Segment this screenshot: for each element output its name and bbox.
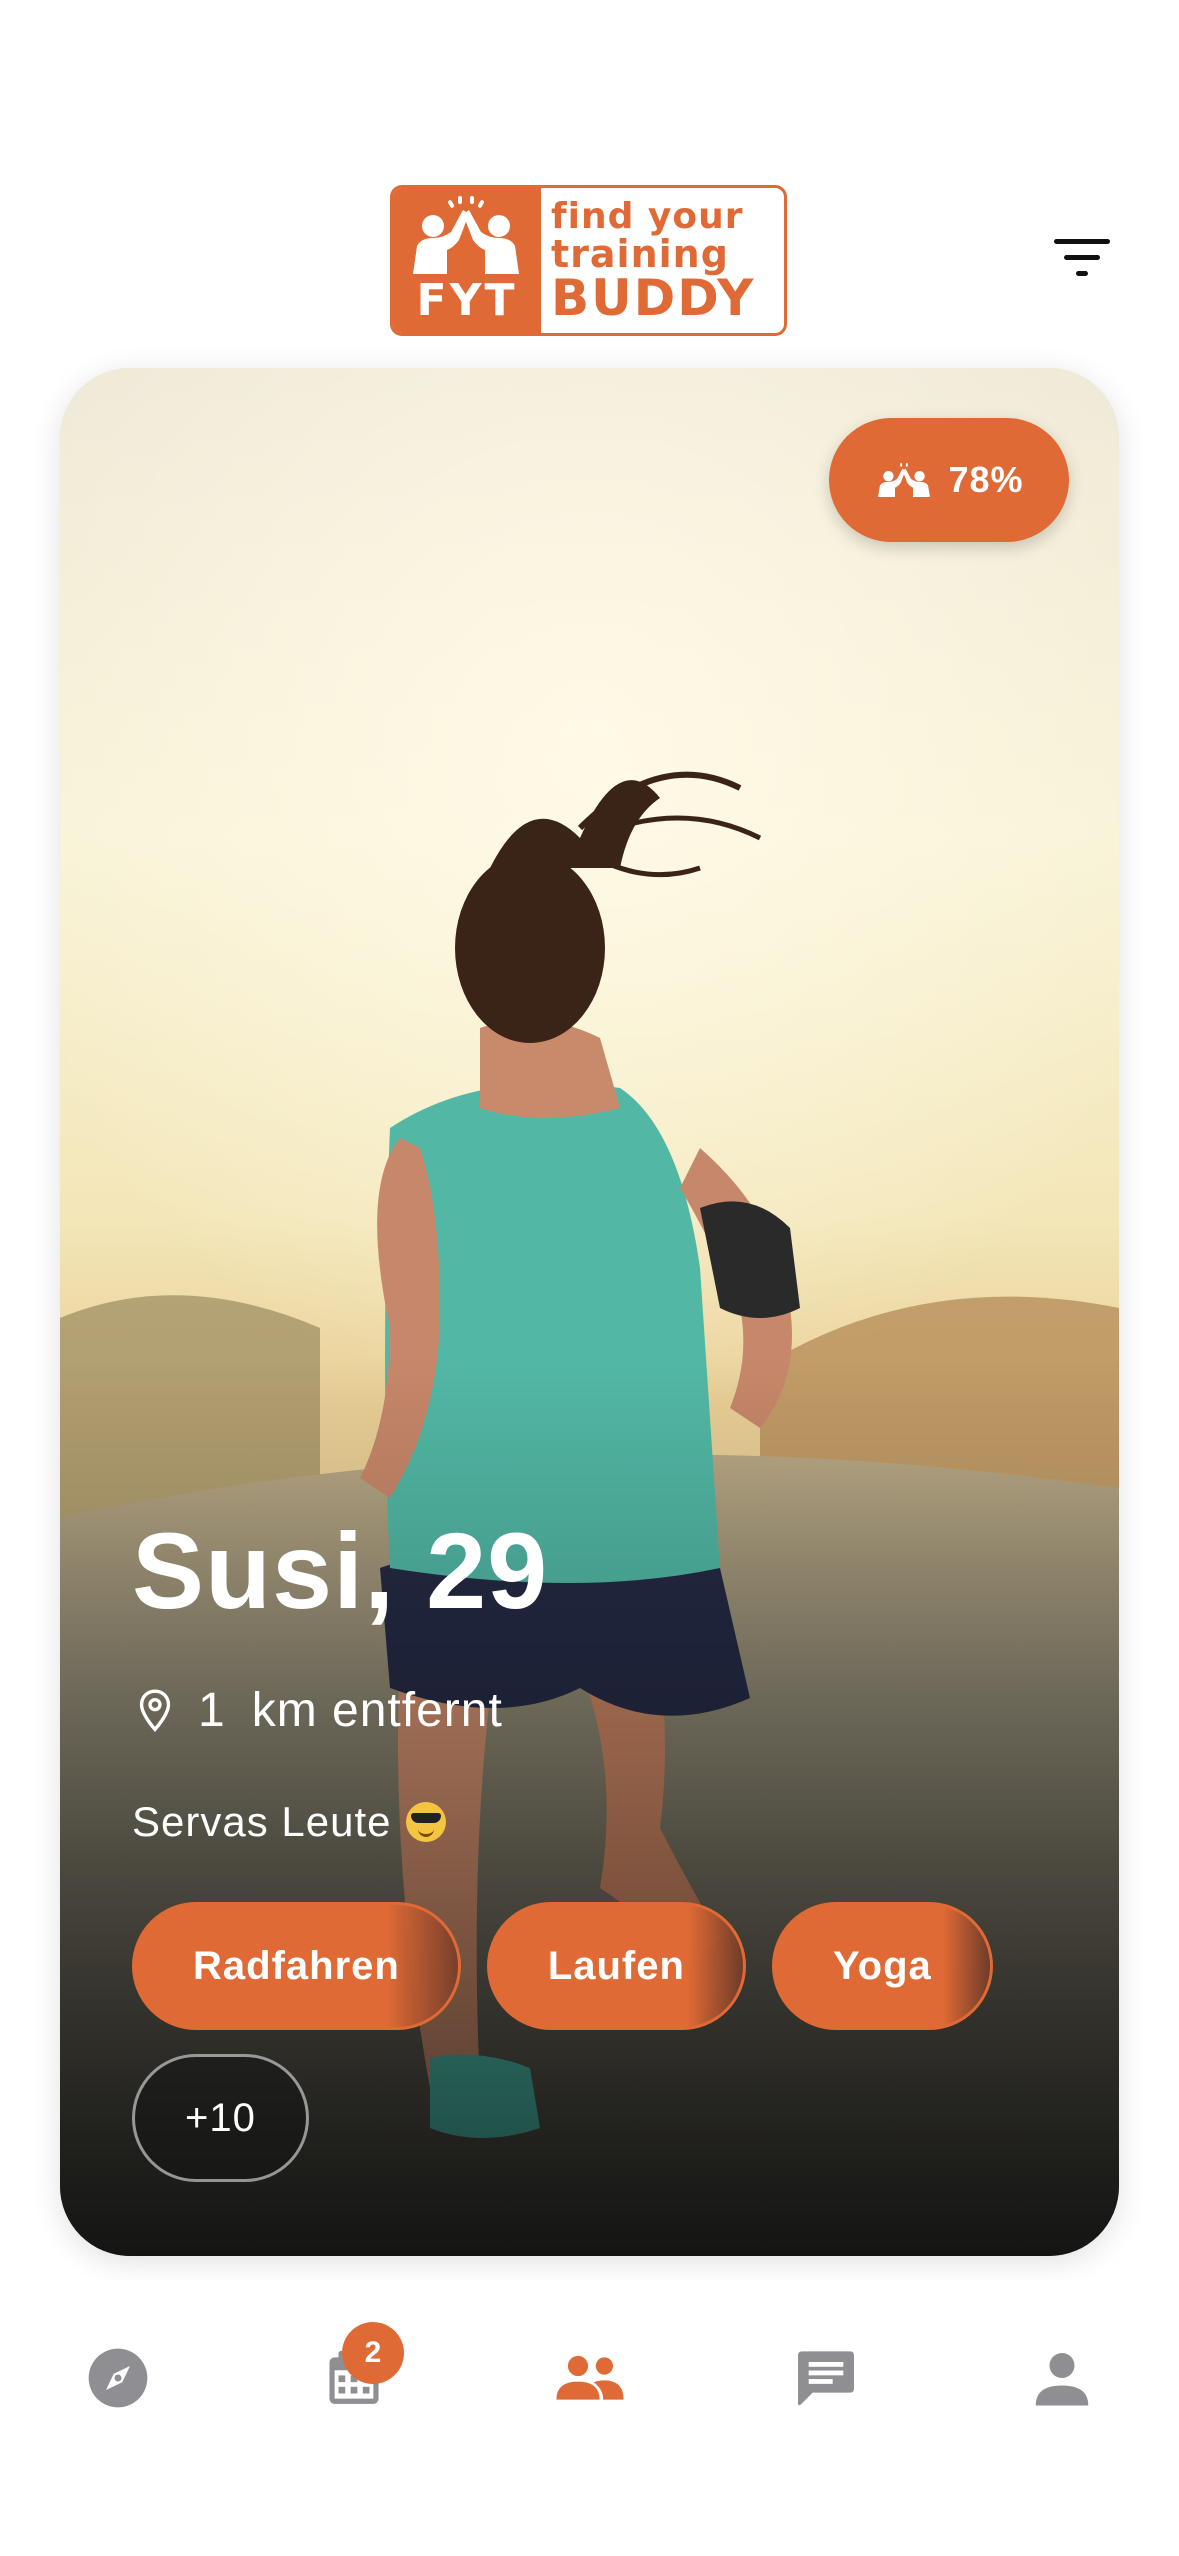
nav-profile[interactable] — [1002, 2318, 1122, 2438]
profile-card[interactable]: 78% Susi, 29 1 km entfernt Servas Leute … — [60, 368, 1119, 2256]
logo-line-3: BUDDY — [551, 268, 756, 327]
profile-distance: 1 km entfernt — [138, 1683, 503, 1738]
person-icon — [1035, 2353, 1089, 2406]
calendar-badge: 2 — [342, 2322, 404, 2384]
logo-wordmark: find your training BUDDY — [541, 188, 784, 333]
more-tags-button[interactable]: +10 — [132, 2054, 309, 2182]
chat-icon — [798, 2351, 854, 2406]
bottom-nav: 2 — [0, 2280, 1179, 2556]
tag-laufen[interactable]: Laufen — [486, 1902, 746, 2030]
tag-radfahren[interactable]: Radfahren — [132, 1902, 461, 2030]
logo-abbr: FYT — [416, 275, 518, 326]
distance-unit: km entfernt — [251, 1684, 503, 1737]
high-five-icon — [878, 463, 931, 497]
app-header: FYT find your training BUDDY — [0, 0, 1179, 360]
sunglasses-emoji-icon — [405, 1802, 446, 1842]
profile-name-age: Susi, 29 — [132, 1510, 549, 1631]
tag-yoga[interactable]: Yoga — [771, 1902, 993, 2030]
logo-mark: FYT — [393, 188, 541, 333]
logo-line-2: training — [551, 231, 729, 276]
people-icon — [556, 2355, 624, 2400]
logo-line-1: find your — [551, 195, 744, 237]
location-pin-icon — [139, 1688, 171, 1732]
profile-bio: Servas Leute — [132, 1798, 446, 1846]
filter-icon[interactable] — [1050, 235, 1116, 285]
nav-messages[interactable] — [766, 2318, 886, 2438]
high-five-icon — [413, 196, 519, 274]
fyt-logo: FYT find your training BUDDY — [390, 185, 787, 336]
nav-discover[interactable] — [58, 2318, 178, 2438]
nav-calendar[interactable]: 2 — [294, 2318, 414, 2438]
compass-icon — [88, 2348, 148, 2408]
distance-value: 1 — [198, 1684, 226, 1737]
nav-buddies[interactable] — [530, 2318, 650, 2438]
match-percent: 78% — [948, 459, 1024, 500]
bio-text: Servas Leute — [132, 1798, 392, 1845]
activity-tags: Radfahren Laufen Yoga +10 — [132, 1902, 1032, 2182]
match-badge: 78% — [829, 418, 1069, 542]
